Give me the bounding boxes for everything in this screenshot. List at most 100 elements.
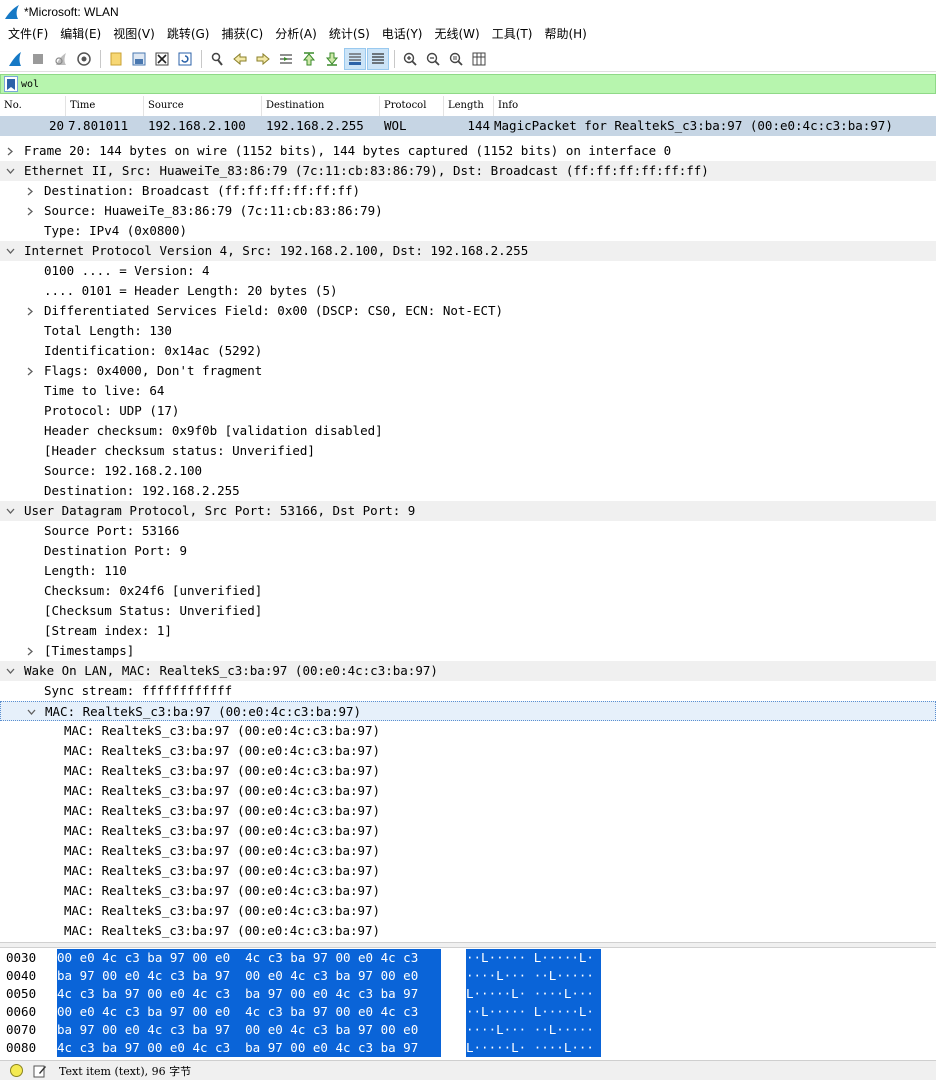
bytes-ascii[interactable]: L·····L· ····L···: [466, 985, 601, 1003]
tree-protocol-row[interactable]: Wake On LAN, MAC: RealtekS_c3:ba:97 (00:…: [0, 661, 936, 681]
normal-size-icon[interactable]: [445, 48, 467, 70]
bytes-ascii[interactable]: ··L····· L·····L·: [466, 949, 601, 967]
save-file-icon[interactable]: [128, 48, 150, 70]
tree-field-row[interactable]: Type: IPv4 (0x0800): [0, 221, 936, 241]
tree-field-row[interactable]: Total Length: 130: [0, 321, 936, 341]
display-filter-input[interactable]: wol: [21, 79, 39, 90]
display-filter-bar[interactable]: wol: [0, 74, 936, 94]
restart-capture-icon[interactable]: [50, 48, 72, 70]
bytes-hex[interactable]: 4c c3 ba 97 00 e0 4c c3 ba 97 00 e0 4c c…: [57, 985, 441, 1003]
chevron-down-icon[interactable]: [4, 161, 16, 181]
start-capture-icon[interactable]: [4, 48, 26, 70]
tree-field-row[interactable]: MAC: RealtekS_c3:ba:97 (00:e0:4c:c3:ba:9…: [0, 901, 936, 921]
tree-field-row[interactable]: Protocol: UDP (17): [0, 401, 936, 421]
tree-field-row[interactable]: MAC: RealtekS_c3:ba:97 (00:e0:4c:c3:ba:9…: [0, 861, 936, 881]
chevron-right-icon[interactable]: [24, 201, 36, 221]
tree-field-row[interactable]: Frame 20: 144 bytes on wire (1152 bits),…: [0, 141, 936, 161]
chevron-right-icon[interactable]: [24, 641, 36, 661]
capture-comment-icon[interactable]: [33, 1064, 47, 1078]
chevron-right-icon[interactable]: [24, 301, 36, 321]
tree-field-row[interactable]: [Timestamps]: [0, 641, 936, 661]
tree-field-row[interactable]: 0100 .... = Version: 4: [0, 261, 936, 281]
tree-field-row[interactable]: Destination: 192.168.2.255: [0, 481, 936, 501]
go-forward-icon[interactable]: [252, 48, 274, 70]
tree-field-row[interactable]: [Stream index: 1]: [0, 621, 936, 641]
tree-field-row[interactable]: MAC: RealtekS_c3:ba:97 (00:e0:4c:c3:ba:9…: [0, 921, 936, 941]
column-header-source[interactable]: Source: [144, 96, 262, 116]
chevron-down-icon[interactable]: [4, 241, 16, 261]
bytes-ascii[interactable]: ····L··· ··L·····: [466, 967, 601, 985]
chevron-right-icon[interactable]: [4, 141, 16, 161]
close-file-icon[interactable]: [151, 48, 173, 70]
tree-field-row[interactable]: MAC: RealtekS_c3:ba:97 (00:e0:4c:c3:ba:9…: [0, 781, 936, 801]
reload-file-icon[interactable]: [174, 48, 196, 70]
tree-field-row[interactable]: MAC: RealtekS_c3:ba:97 (00:e0:4c:c3:ba:9…: [0, 841, 936, 861]
colorize-icon[interactable]: [367, 47, 389, 70]
tree-field-row[interactable]: MAC: RealtekS_c3:ba:97 (00:e0:4c:c3:ba:9…: [0, 741, 936, 761]
menu-item[interactable]: 工具(T): [486, 24, 539, 45]
expert-info-icon[interactable]: [10, 1064, 23, 1077]
bytes-hex[interactable]: 00 e0 4c c3 ba 97 00 e0 4c c3 ba 97 00 e…: [57, 949, 441, 967]
menu-item[interactable]: 跳转(G): [161, 24, 216, 45]
stop-capture-icon[interactable]: [27, 48, 49, 70]
auto-scroll-icon[interactable]: [344, 47, 366, 70]
bytes-hex[interactable]: ba 97 00 e0 4c c3 ba 97 00 e0 4c c3 ba 9…: [57, 967, 441, 985]
go-to-packet-icon[interactable]: [275, 48, 297, 70]
capture-options-icon[interactable]: [73, 48, 95, 70]
tree-protocol-row[interactable]: User Datagram Protocol, Src Port: 53166,…: [0, 501, 936, 521]
bytes-hex[interactable]: 00 e0 4c c3 ba 97 00 e0 4c c3 ba 97 00 e…: [57, 1003, 441, 1021]
bytes-hex[interactable]: 4c c3 ba 97 00 e0 4c c3 ba 97 00 e0 4c c…: [57, 1039, 441, 1057]
last-packet-icon[interactable]: [321, 48, 343, 70]
find-packet-icon[interactable]: [206, 48, 228, 70]
menu-item[interactable]: 无线(W): [429, 24, 486, 45]
menu-item[interactable]: 编辑(E): [54, 24, 107, 45]
open-file-icon[interactable]: [105, 48, 127, 70]
tree-field-row[interactable]: Destination Port: 9: [0, 541, 936, 561]
tree-field-row[interactable]: Time to live: 64: [0, 381, 936, 401]
tree-field-row[interactable]: MAC: RealtekS_c3:ba:97 (00:e0:4c:c3:ba:9…: [0, 701, 936, 721]
tree-field-row[interactable]: Differentiated Services Field: 0x00 (DSC…: [0, 301, 936, 321]
menu-item[interactable]: 帮助(H): [538, 24, 592, 45]
tree-field-row[interactable]: .... 0101 = Header Length: 20 bytes (5): [0, 281, 936, 301]
tree-protocol-row[interactable]: Ethernet II, Src: HuaweiTe_83:86:79 (7c:…: [0, 161, 936, 181]
zoom-out-icon[interactable]: [422, 48, 444, 70]
menu-item[interactable]: 分析(A): [269, 24, 323, 45]
tree-field-row[interactable]: Sync stream: ffffffffffff: [0, 681, 936, 701]
zoom-in-icon[interactable]: [399, 48, 421, 70]
tree-field-row[interactable]: Length: 110: [0, 561, 936, 581]
pane-splitter[interactable]: [0, 942, 936, 948]
column-header-destination[interactable]: Destination: [262, 96, 380, 116]
first-packet-icon[interactable]: [298, 48, 320, 70]
chevron-right-icon[interactable]: [24, 181, 36, 201]
tree-field-row[interactable]: Source: 192.168.2.100: [0, 461, 936, 481]
tree-field-row[interactable]: Source Port: 53166: [0, 521, 936, 541]
resize-columns-icon[interactable]: [468, 48, 490, 70]
tree-field-row[interactable]: MAC: RealtekS_c3:ba:97 (00:e0:4c:c3:ba:9…: [0, 881, 936, 901]
tree-field-row[interactable]: Checksum: 0x24f6 [unverified]: [0, 581, 936, 601]
column-header-protocol[interactable]: Protocol: [380, 96, 444, 116]
bytes-ascii[interactable]: ····L··· ··L·····: [466, 1021, 601, 1039]
menu-item[interactable]: 文件(F): [2, 24, 54, 45]
tree-field-row[interactable]: Destination: Broadcast (ff:ff:ff:ff:ff:f…: [0, 181, 936, 201]
go-back-icon[interactable]: [229, 48, 251, 70]
tree-field-row[interactable]: MAC: RealtekS_c3:ba:97 (00:e0:4c:c3:ba:9…: [0, 761, 936, 781]
bookmark-icon[interactable]: [4, 76, 18, 92]
bytes-hex[interactable]: ba 97 00 e0 4c c3 ba 97 00 e0 4c c3 ba 9…: [57, 1021, 441, 1039]
chevron-down-icon[interactable]: [4, 501, 16, 521]
tree-protocol-row[interactable]: Internet Protocol Version 4, Src: 192.16…: [0, 241, 936, 261]
tree-field-row[interactable]: Header checksum: 0x9f0b [validation disa…: [0, 421, 936, 441]
tree-field-row[interactable]: MAC: RealtekS_c3:ba:97 (00:e0:4c:c3:ba:9…: [0, 821, 936, 841]
tree-field-row[interactable]: Flags: 0x4000, Don't fragment: [0, 361, 936, 381]
chevron-down-icon[interactable]: [25, 702, 37, 722]
bytes-ascii[interactable]: ··L····· L·····L·: [466, 1003, 601, 1021]
bytes-ascii[interactable]: L·····L· ····L···: [466, 1039, 601, 1057]
menu-item[interactable]: 电话(Y): [376, 24, 429, 45]
column-header-time[interactable]: Time: [66, 96, 144, 116]
tree-field-row[interactable]: MAC: RealtekS_c3:ba:97 (00:e0:4c:c3:ba:9…: [0, 721, 936, 741]
tree-field-row[interactable]: MAC: RealtekS_c3:ba:97 (00:e0:4c:c3:ba:9…: [0, 801, 936, 821]
menu-item[interactable]: 视图(V): [107, 24, 161, 45]
chevron-down-icon[interactable]: [4, 661, 16, 681]
menu-item[interactable]: 统计(S): [323, 24, 376, 45]
packet-row[interactable]: 20 7.801011 192.168.2.100 192.168.2.255 …: [0, 116, 936, 136]
column-header-no[interactable]: No.: [0, 96, 66, 116]
